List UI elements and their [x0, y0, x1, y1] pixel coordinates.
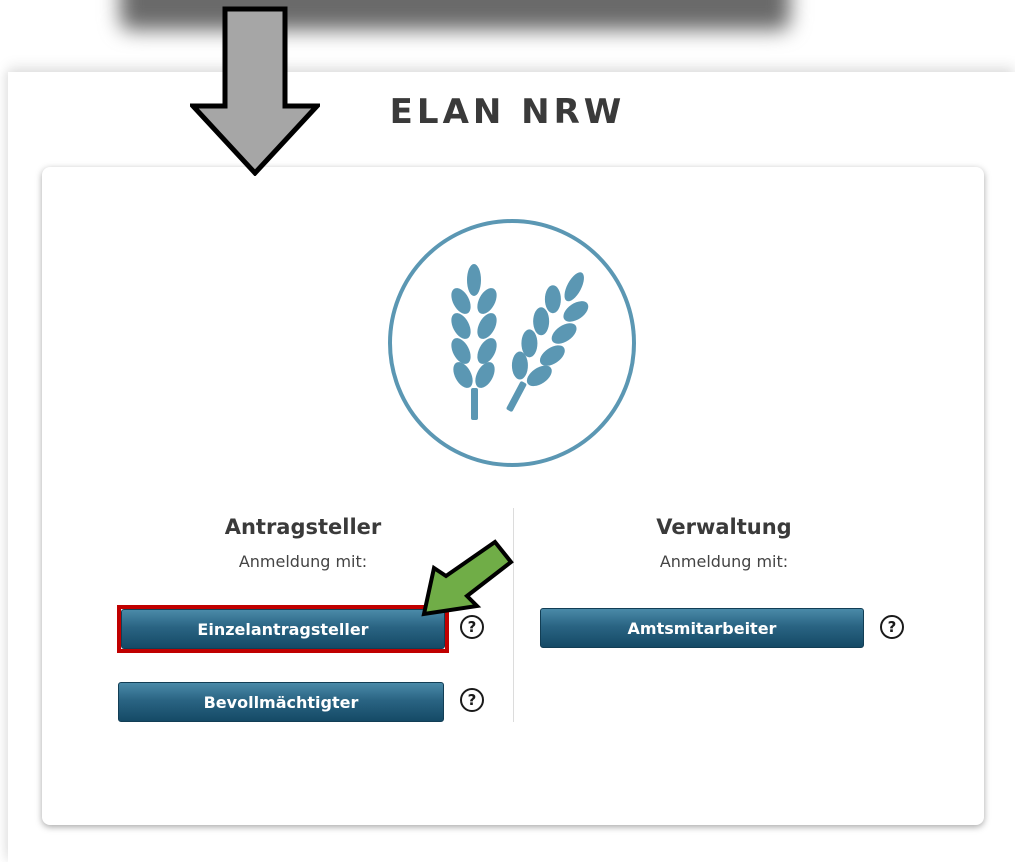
screen: ELAN NRW Antragsteller Anmeldung mit: Ei…	[0, 0, 1015, 862]
help-icon-official[interactable]: ?	[880, 615, 904, 639]
proxy-button[interactable]: Bevollmächtigter	[118, 682, 444, 722]
applicant-heading: Antragsteller	[224, 515, 382, 539]
administration-heading: Verwaltung	[656, 515, 792, 539]
down-arrow-icon	[190, 6, 320, 176]
official-button[interactable]: Amtsmitarbeiter	[540, 608, 864, 648]
pointer-arrow-icon	[421, 539, 514, 617]
help-icon-proxy[interactable]: ?	[460, 688, 484, 712]
wheat-ears-icon	[388, 219, 636, 467]
applicant-subheading: Anmeldung mit:	[238, 552, 368, 571]
page-title: ELAN NRW	[389, 92, 626, 132]
help-icon-individual[interactable]: ?	[460, 615, 484, 639]
administration-subheading: Anmeldung mit:	[659, 552, 789, 571]
highlight-box	[117, 605, 449, 653]
